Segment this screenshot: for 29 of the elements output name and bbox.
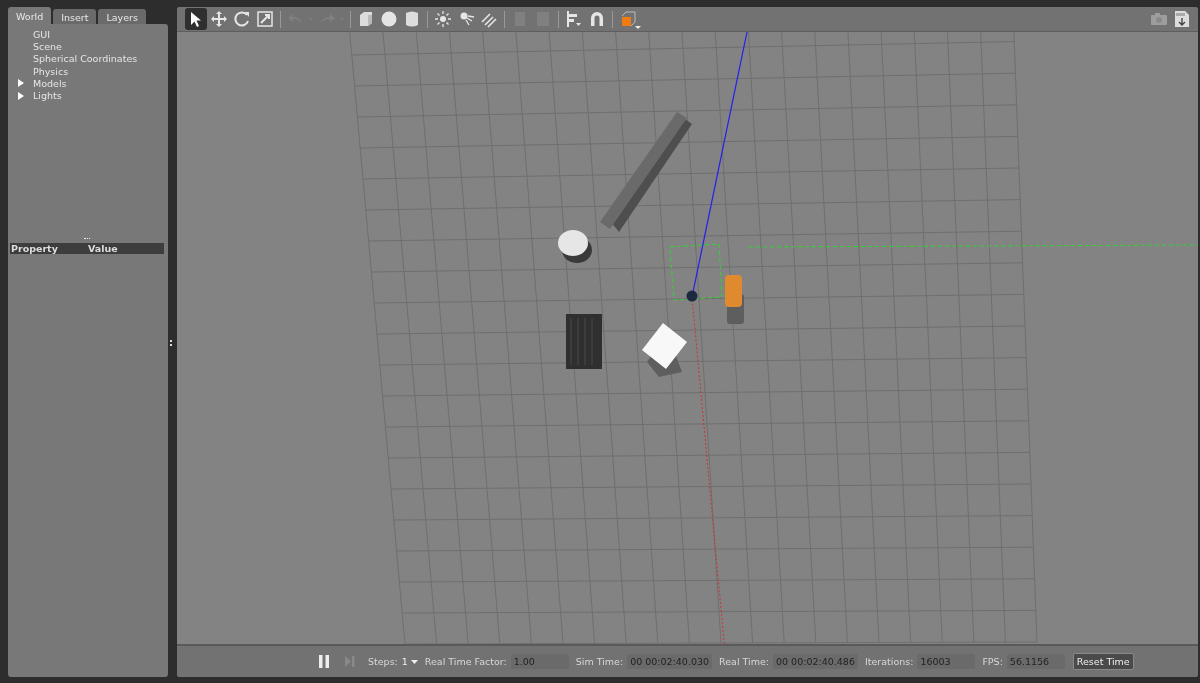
reset-time-button[interactable]: Reset Time xyxy=(1072,653,1134,670)
scale-icon[interactable] xyxy=(254,8,276,30)
collapsed-arrow-icon[interactable] xyxy=(18,79,24,88)
readout-field: 00 00:02:40.486 xyxy=(773,654,858,669)
tree-item[interactable]: Lights xyxy=(33,90,62,102)
readout-field: 56.1156 xyxy=(1006,654,1065,669)
column-header: Value xyxy=(88,243,118,254)
field-label: Real Time: xyxy=(719,656,769,667)
readout-field: 1.00 xyxy=(510,654,569,669)
sun-light-icon[interactable] xyxy=(432,8,454,30)
tab[interactable]: Insert xyxy=(53,9,97,24)
tree-item[interactable]: GUI xyxy=(33,28,51,40)
field-label: Iterations: xyxy=(864,656,914,667)
steps-label: Steps: xyxy=(368,656,398,667)
tab[interactable]: World xyxy=(8,7,52,24)
field-label: Sim Time: xyxy=(575,656,624,667)
tree-item[interactable]: Scene xyxy=(33,40,62,52)
column-header: Property xyxy=(10,243,59,254)
field-label: FPS: xyxy=(982,656,1003,667)
collapsed-arrow-icon[interactable] xyxy=(18,91,24,100)
field-label: Real Time Factor: xyxy=(424,656,507,667)
readout-field: 16003 xyxy=(917,654,976,669)
splitter-handle[interactable] xyxy=(84,238,90,242)
tab[interactable]: Layers xyxy=(98,9,146,24)
readout-field: 00 00:02:40.030 xyxy=(627,654,713,669)
tree-item[interactable]: Spherical Coordinates xyxy=(33,53,138,65)
tree-item[interactable]: Models xyxy=(33,77,67,89)
steps-spinner[interactable]: 1 xyxy=(401,656,418,667)
tree-item[interactable]: Physics xyxy=(33,65,69,77)
